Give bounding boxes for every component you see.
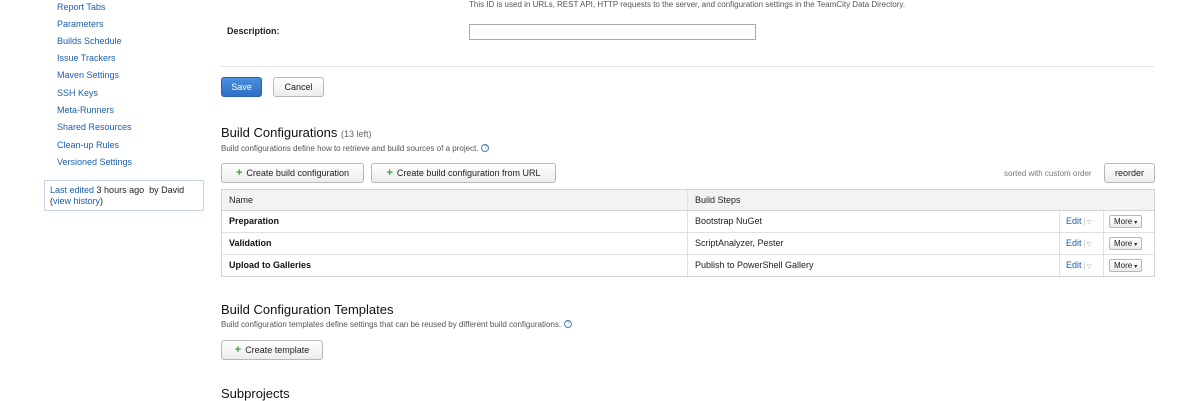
column-divider <box>687 211 688 232</box>
build-config-name-link[interactable]: Upload to Galleries <box>229 255 311 276</box>
more-button[interactable]: More ▾ <box>1109 237 1143 250</box>
edit-link[interactable]: Edit <box>1066 260 1082 270</box>
more-label: More <box>1114 261 1133 270</box>
edit-separator: | <box>1083 238 1086 248</box>
edit-separator: | <box>1083 216 1086 226</box>
last-edited-link[interactable]: Last edited <box>50 185 94 195</box>
sidebar-item-meta-runners[interactable]: Meta-Runners <box>57 105 114 115</box>
sidebar-item-shared-resources[interactable]: Shared Resources <box>57 122 132 132</box>
plus-icon: + <box>234 344 242 356</box>
column-divider <box>1059 211 1060 232</box>
last-edited-by: by David <box>144 185 185 195</box>
more-label: More <box>1114 217 1133 226</box>
sidebar-item-maven-settings[interactable]: Maven Settings <box>57 70 119 80</box>
templates-description-text: Build configuration templates define set… <box>221 320 562 329</box>
description-label: Description: <box>227 26 280 36</box>
chevron-down-icon: ▾ <box>1134 242 1138 248</box>
edit-link[interactable]: Edit <box>1066 238 1082 248</box>
chevron-down-icon: ▾ <box>1134 220 1138 226</box>
templates-heading: Build Configuration Templates <box>221 302 394 317</box>
create-build-configuration-from-url-button[interactable]: + Create build configuration from URL <box>371 163 556 183</box>
column-divider <box>687 190 688 210</box>
create-from-url-label: Create build configuration from URL <box>396 168 541 178</box>
column-header-build-steps: Build Steps <box>695 195 741 205</box>
view-history-link[interactable]: view history <box>53 196 100 206</box>
plus-icon: + <box>235 167 243 179</box>
edit-control: Edit |▽ <box>1066 233 1091 254</box>
build-configurations-description: Build configurations define how to retri… <box>221 144 490 153</box>
table-row: Preparation Bootstrap NuGet Edit |▽ More ▾ <box>222 211 1154 233</box>
edit-dropdown-icon[interactable]: ▽ <box>1087 220 1092 226</box>
sidebar-item-ssh-keys[interactable]: SSH Keys <box>57 88 98 98</box>
build-configurations-count: (13 left) <box>340 129 372 139</box>
create-template-label: Create template <box>245 345 310 355</box>
build-configurations-table: Name Build Steps Preparation Bootstrap N… <box>221 189 1155 277</box>
sidebar-item-clean-up-rules[interactable]: Clean-up Rules <box>57 140 119 150</box>
cancel-button[interactable]: Cancel <box>273 77 324 97</box>
sidebar-item-versioned-settings[interactable]: Versioned Settings <box>57 157 132 167</box>
more-label: More <box>1114 239 1133 248</box>
table-row: Validation ScriptAnalyzer, Pester Edit |▽… <box>222 233 1154 255</box>
edit-dropdown-icon[interactable]: ▽ <box>1087 264 1092 270</box>
build-steps-text: ScriptAnalyzer, Pester <box>695 238 784 248</box>
description-input[interactable] <box>469 24 756 40</box>
edit-link[interactable]: Edit <box>1066 216 1082 226</box>
help-icon[interactable]: ? <box>564 320 573 328</box>
sidebar-item-parameters[interactable]: Parameters <box>57 19 104 29</box>
column-divider <box>687 255 688 276</box>
reorder-button[interactable]: reorder <box>1104 163 1155 183</box>
save-button[interactable]: Save <box>221 77 262 97</box>
last-edited-box: Last edited 3 hours ago by David (view h… <box>44 180 204 211</box>
build-steps-text: Publish to PowerShell Gallery <box>695 260 814 270</box>
build-config-name-link[interactable]: Preparation <box>229 211 279 232</box>
table-header: Name Build Steps <box>222 190 1154 211</box>
help-icon[interactable]: ? <box>481 144 490 152</box>
create-build-configuration-label: Create build configuration <box>246 168 349 178</box>
column-divider <box>1103 255 1104 276</box>
edit-separator: | <box>1083 260 1086 270</box>
templates-description: Build configuration templates define set… <box>221 320 573 329</box>
plus-icon: + <box>386 167 393 179</box>
build-configurations-title: Build Configurations <box>221 125 338 140</box>
paren-close: ) <box>100 196 104 206</box>
build-config-name-link[interactable]: Validation <box>229 233 272 254</box>
build-configurations-heading: Build Configurations (13 left) <box>221 125 372 140</box>
build-configurations-description-text: Build configurations define how to retri… <box>221 144 479 153</box>
table-row: Upload to Galleries Publish to PowerShel… <box>222 255 1154 276</box>
sidebar-item-builds-schedule[interactable]: Builds Schedule <box>57 36 122 46</box>
id-hint-text: This ID is used in URLs, REST API, HTTP … <box>469 0 906 9</box>
sorted-order-text: sorted with custom order <box>1004 169 1092 178</box>
column-divider <box>1059 233 1060 254</box>
sidebar-item-report-tabs[interactable]: Report Tabs <box>57 2 105 12</box>
sidebar-item-issue-trackers[interactable]: Issue Trackers <box>57 53 116 63</box>
last-edited-time: 3 hours ago <box>94 185 145 195</box>
edit-control: Edit |▽ <box>1066 211 1091 232</box>
create-build-configuration-button[interactable]: + Create build configuration <box>221 163 364 183</box>
column-divider <box>1103 211 1104 232</box>
column-divider <box>1059 255 1060 276</box>
column-divider <box>1103 233 1104 254</box>
column-divider <box>687 233 688 254</box>
create-template-button[interactable]: + Create template <box>221 340 323 360</box>
divider <box>221 66 1154 67</box>
edit-dropdown-icon[interactable]: ▽ <box>1087 242 1092 248</box>
build-steps-text: Bootstrap NuGet <box>695 216 763 226</box>
edit-control: Edit |▽ <box>1066 255 1091 276</box>
more-button[interactable]: More ▾ <box>1109 215 1143 228</box>
subprojects-heading: Subprojects <box>221 386 290 401</box>
more-button[interactable]: More ▾ <box>1109 259 1143 272</box>
column-header-name: Name <box>229 195 254 205</box>
chevron-down-icon: ▾ <box>1134 264 1138 270</box>
